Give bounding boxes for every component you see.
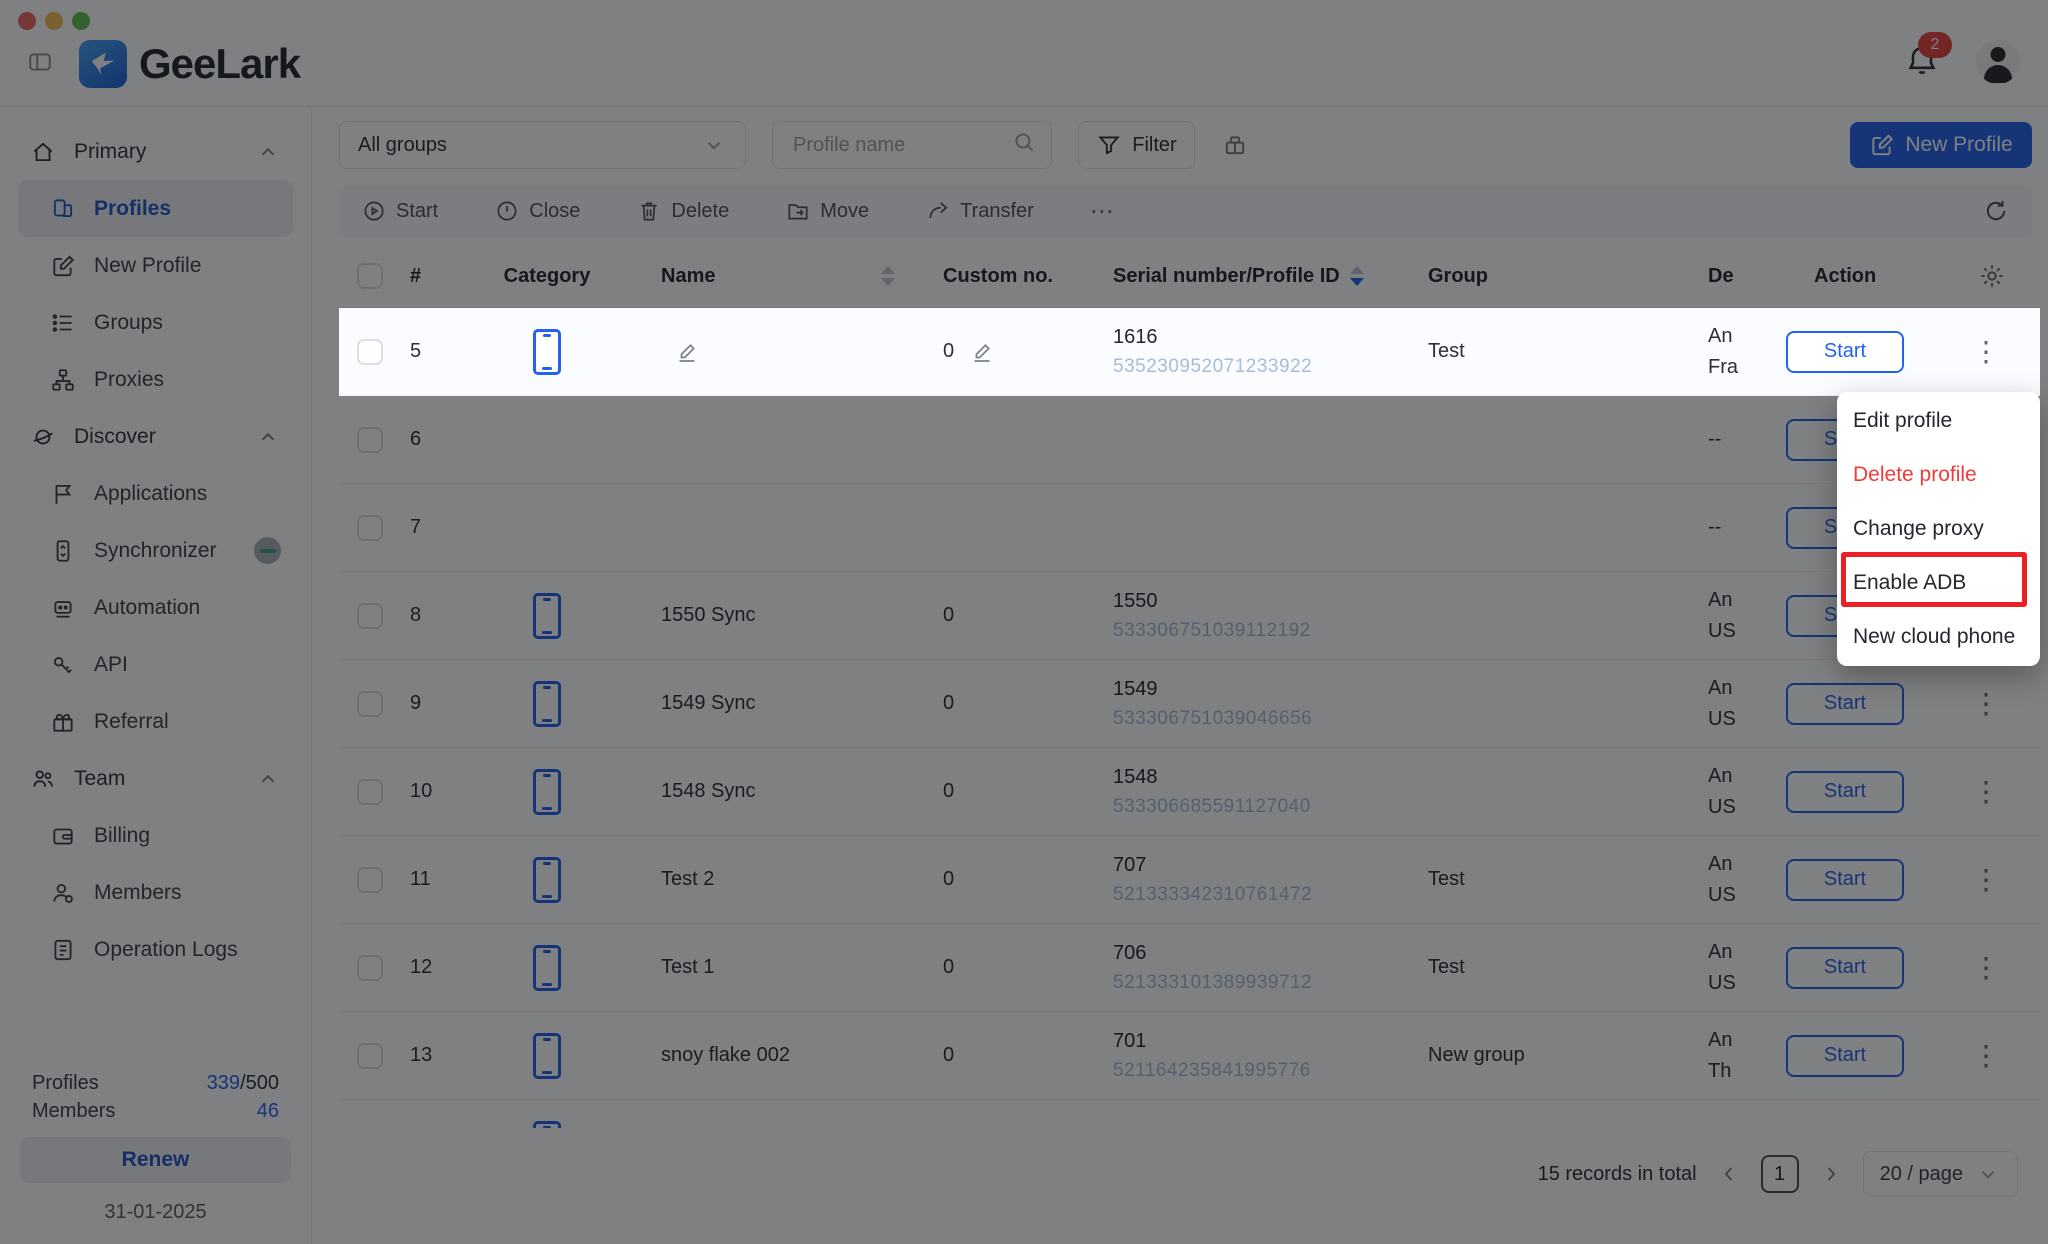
menu-item-delete-profile[interactable]: Delete profile [1837, 448, 2040, 502]
start-button[interactable]: Start [1786, 331, 1904, 373]
app-window: GeeLark 2 Primary Profiles [0, 0, 2048, 1244]
row-menu-kebab-icon[interactable]: ⋮ [1972, 338, 2000, 366]
dim-overlay [0, 0, 2048, 1244]
phone-icon [533, 329, 561, 375]
row-number: 5 [383, 340, 467, 363]
edit-custom-no-icon[interactable] [970, 340, 994, 364]
device-info: An Fra [1674, 321, 1740, 383]
menu-item-change-proxy[interactable]: Change proxy [1837, 502, 2040, 556]
custom-number: 0 [943, 340, 954, 363]
row-checkbox[interactable] [357, 339, 383, 365]
menu-item-new-cloud-phone[interactable]: New cloud phone [1837, 610, 2040, 664]
row-context-menu: Edit profile Delete profile Change proxy… [1837, 392, 2040, 666]
menu-item-enable-adb[interactable]: Enable ADB [1837, 556, 2040, 610]
table-row[interactable]: 5 0 1616 535230952071233922 Test An Fra … [339, 308, 2040, 396]
menu-item-edit-profile[interactable]: Edit profile [1837, 394, 2040, 448]
serial-number: 1616 [1113, 326, 1394, 349]
edit-name-icon[interactable] [675, 340, 699, 364]
group-name: Test [1394, 340, 1674, 363]
profile-id: 535230952071233922 [1113, 356, 1394, 378]
